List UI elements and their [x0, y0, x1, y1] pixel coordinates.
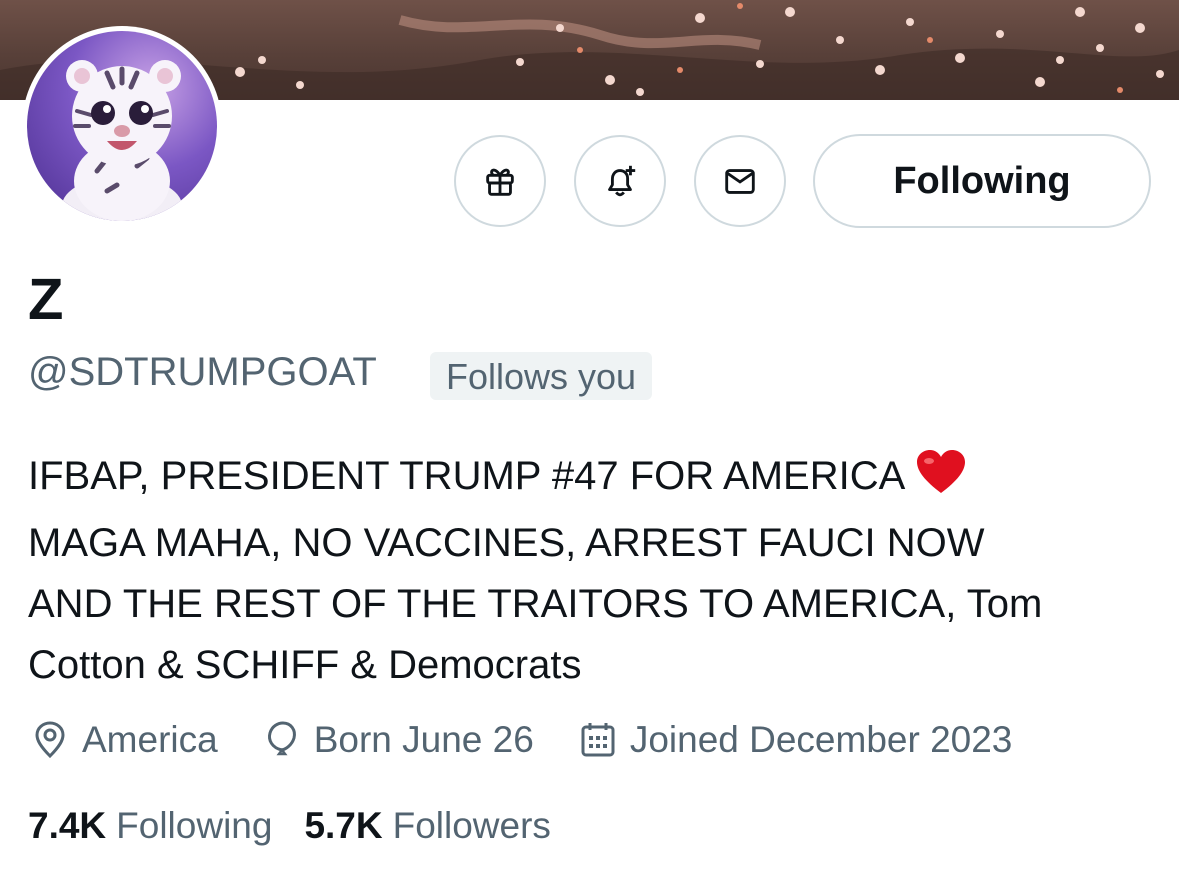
followers-count: 5.7K	[304, 805, 383, 846]
birthday-item: Born June 26	[262, 719, 534, 761]
tiger-cub-illustration	[62, 60, 182, 221]
balloon-icon	[267, 721, 296, 756]
profile-meta: America Born June 26 Joined December 202…	[30, 712, 1056, 768]
location-text: America	[82, 719, 218, 760]
user-handle: @SDTRUMPGOAT	[28, 350, 377, 394]
notifications-button[interactable]	[574, 135, 666, 227]
envelope-icon	[725, 169, 755, 194]
follow-stats: 7.4K Following 5.7K Followers	[28, 800, 583, 852]
display-name: Z	[28, 267, 64, 332]
followers-label: Followers	[392, 805, 551, 846]
following-count: 7.4K	[28, 805, 107, 846]
location-item: America	[30, 719, 218, 761]
bio-line: MAGA MAHA, NO VACCINES, ARREST FAUCI NOW	[28, 521, 985, 565]
avatar-image	[27, 31, 217, 221]
birthday-text: Born June 26	[313, 719, 534, 760]
calendar-icon	[581, 723, 615, 757]
follows-you-badge: Follows you	[430, 352, 653, 400]
bio-line: Cotton & SCHIFF & Democrats	[28, 643, 582, 687]
gift-icon	[486, 168, 514, 196]
followers-stat-link[interactable]: 5.7K Followers	[304, 805, 550, 847]
bio-line: IFBAP, PRESIDENT TRUMP #47 FOR AMERICA	[28, 446, 1148, 513]
joined-item: Joined December 2023	[578, 719, 1013, 761]
location-pin-icon	[35, 721, 65, 759]
profile-avatar[interactable]	[22, 26, 222, 226]
bell-plus-icon	[608, 165, 636, 197]
heart-emoji-icon	[915, 449, 967, 513]
profile-bio: IFBAP, PRESIDENT TRUMP #47 FOR AMERICA M…	[28, 446, 1148, 696]
following-label: Following	[116, 805, 273, 846]
bio-line: AND THE REST OF THE TRAITORS TO AMERICA,…	[28, 582, 1043, 626]
message-button[interactable]	[694, 135, 786, 227]
following-button[interactable]: Following	[813, 134, 1151, 228]
following-stat-link[interactable]: 7.4K Following	[28, 805, 272, 847]
gift-button[interactable]	[454, 135, 546, 227]
joined-text: Joined December 2023	[629, 719, 1013, 760]
